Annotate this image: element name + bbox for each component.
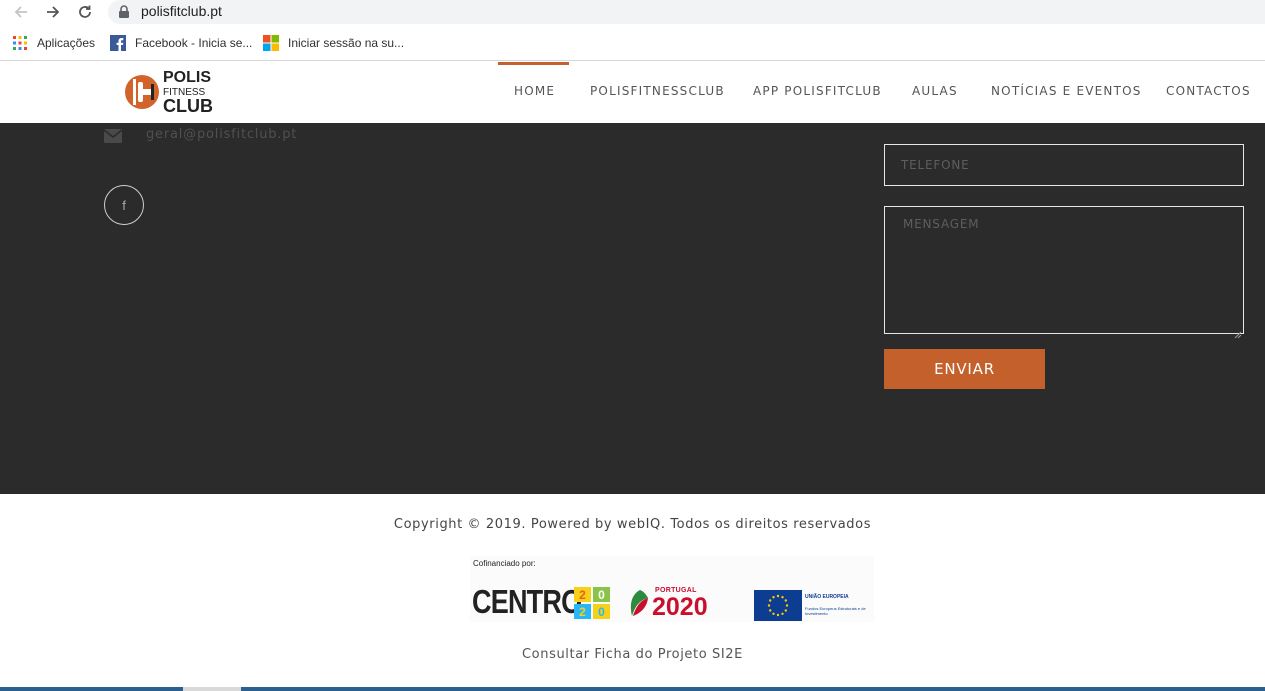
portugal-2020-logo: 2020 bbox=[652, 593, 708, 621]
address-bar[interactable] bbox=[108, 0, 1265, 24]
back-arrow-icon[interactable] bbox=[10, 1, 32, 23]
facebook-icon bbox=[110, 35, 126, 51]
menu-item-aulas[interactable]: AULAS bbox=[912, 84, 958, 98]
centro-digit: 2 bbox=[574, 604, 591, 619]
centro-digit: 0 bbox=[593, 587, 610, 602]
centro-2020-digits: 2 0 2 0 bbox=[574, 587, 610, 619]
microsoft-icon bbox=[263, 35, 279, 51]
menu-item-app[interactable]: APP POLISFITCLUB bbox=[753, 84, 882, 98]
copyright-text: Copyright © 2019. Powered by webIQ. Todo… bbox=[393, 517, 872, 532]
bookmark-label: Iniciar sessão na su... bbox=[288, 36, 405, 50]
browser-toolbar: polisfitclub.pt bbox=[0, 0, 1265, 26]
send-button[interactable]: ENVIAR bbox=[884, 349, 1045, 389]
contact-email[interactable]: geral@polisfitclub.pt bbox=[146, 127, 297, 142]
centro-digit: 0 bbox=[593, 604, 610, 619]
eu-funds-label: Fundos Europeus Estruturais e de Investi… bbox=[805, 606, 866, 616]
menu-item-contactos[interactable]: CONTACTOS bbox=[1166, 84, 1251, 98]
centro-2020-logo: CENTRO bbox=[472, 583, 582, 620]
portugal-2020-leaf-icon bbox=[628, 588, 652, 622]
facebook-social-button[interactable]: f bbox=[104, 185, 144, 225]
apps-grid-icon bbox=[12, 35, 28, 51]
centro-digit: 2 bbox=[574, 587, 591, 602]
reload-icon[interactable] bbox=[74, 1, 96, 23]
bookmark-facebook[interactable]: Facebook - Inicia se... bbox=[110, 35, 252, 51]
bookmark-label: Facebook - Inicia se... bbox=[135, 36, 253, 50]
cofinanced-label: Cofinanciado por: bbox=[473, 559, 536, 568]
main-menu: HOME POLISFITNESSCLUB APP POLISFITCLUB A… bbox=[0, 62, 1265, 123]
menu-item-home[interactable]: HOME bbox=[514, 84, 555, 98]
active-menu-indicator bbox=[498, 62, 569, 65]
contact-section: geral@polisfitclub.pt f TELEFONE MENSAGE… bbox=[0, 123, 1265, 494]
cofinancing-banner[interactable]: Cofinanciado por: CENTRO 2 0 2 0 PORTUGA… bbox=[470, 556, 874, 622]
eu-flag-icon bbox=[754, 590, 802, 621]
bookmark-apps[interactable]: Aplicações bbox=[12, 35, 95, 51]
eu-label: UNIÃO EUROPEIA bbox=[805, 594, 849, 600]
message-field[interactable]: MENSAGEM bbox=[884, 206, 1244, 339]
resize-handle-icon[interactable] bbox=[1234, 324, 1242, 339]
os-taskbar bbox=[0, 687, 1265, 691]
url-text[interactable]: polisfitclub.pt bbox=[141, 3, 222, 19]
phone-field[interactable]: TELEFONE bbox=[884, 144, 1244, 186]
site-footer: Copyright © 2019. Powered by webIQ. Todo… bbox=[0, 494, 1265, 691]
menu-item-noticias[interactable]: NOTÍCIAS E EVENTOS bbox=[991, 84, 1142, 98]
bookmarks-bar: Aplicações Facebook - Inicia se... Inici… bbox=[0, 26, 1265, 61]
lock-icon[interactable] bbox=[118, 4, 130, 23]
site-header: POLIS FITNESS CLUB HOME POLISFITNESSCLUB… bbox=[0, 62, 1265, 123]
project-sheet-link[interactable]: Consultar Ficha do Projeto SI2E bbox=[0, 647, 1265, 662]
facebook-icon: f bbox=[122, 197, 126, 213]
forward-arrow-icon[interactable] bbox=[42, 1, 64, 23]
phone-placeholder: TELEFONE bbox=[901, 158, 970, 172]
bookmark-label: Aplicações bbox=[37, 36, 96, 50]
menu-item-polisfitnessclub[interactable]: POLISFITNESSCLUB bbox=[590, 84, 725, 98]
bookmark-microsoft[interactable]: Iniciar sessão na su... bbox=[263, 35, 404, 51]
envelope-icon bbox=[103, 128, 123, 147]
message-placeholder: MENSAGEM bbox=[903, 217, 980, 231]
taskbar-button[interactable] bbox=[183, 687, 241, 691]
